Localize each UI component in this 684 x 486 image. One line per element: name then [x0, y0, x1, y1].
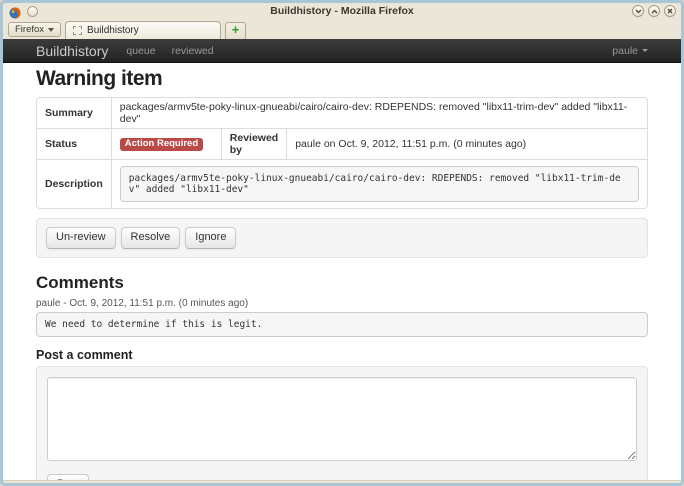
table-row-summary: Summary packages/armv5te-poky-linux-gnue…: [37, 98, 647, 128]
page-container: Warning item Summary packages/armv5te-po…: [36, 63, 648, 480]
comment-textarea[interactable]: [47, 377, 637, 461]
firefox-menu-button[interactable]: Firefox: [8, 22, 61, 37]
action-button-bar: Un-review Resolve Ignore: [36, 218, 648, 258]
window-bottom-edge: [3, 480, 681, 483]
reviewed-by-label: Reviewed by: [221, 128, 286, 159]
comment-item: paule - Oct. 9, 2012, 11:51 p.m. (0 minu…: [36, 298, 648, 337]
window-shade-button[interactable]: [632, 5, 644, 17]
comment-meta: paule - Oct. 9, 2012, 11:51 p.m. (0 minu…: [36, 298, 648, 309]
new-tab-button[interactable]: +: [225, 22, 246, 39]
comment-text-block: We need to determine if this is legit.: [36, 312, 648, 337]
description-cell: packages/armv5te-poky-linux-gnueabi/cair…: [111, 159, 647, 208]
table-row-description: Description packages/armv5te-poky-linux-…: [37, 159, 647, 208]
unreview-button[interactable]: Un-review: [46, 227, 116, 249]
window-controls: [632, 5, 676, 17]
resolve-button[interactable]: Resolve: [121, 227, 181, 249]
table-row-status: Status Action Required Reviewed by paule…: [37, 128, 647, 159]
favicon-placeholder-icon: [73, 26, 82, 35]
browser-tab-strip: Firefox Buildhistory +: [3, 20, 681, 39]
window-titlebar: Buildhistory - Mozilla Firefox: [3, 3, 681, 20]
description-code-block: packages/armv5te-poky-linux-gnueabi/cair…: [120, 166, 639, 202]
summary-value: packages/armv5te-poky-linux-gnueabi/cair…: [111, 98, 647, 128]
caret-down-icon: [642, 49, 648, 52]
titlebar-menu-button[interactable]: [27, 6, 38, 17]
tab-buildhistory[interactable]: Buildhistory: [65, 21, 221, 39]
post-comment-form: Post: [36, 366, 648, 480]
page-title: Warning item: [36, 67, 648, 91]
caret-down-icon: [48, 28, 54, 32]
comments-heading: Comments: [36, 273, 648, 293]
window-close-button[interactable]: [664, 5, 676, 17]
status-badge: Action Required: [120, 138, 203, 151]
ignore-button[interactable]: Ignore: [185, 227, 236, 249]
post-comment-heading: Post a comment: [36, 348, 648, 362]
status-label: Status: [37, 128, 111, 159]
description-label: Description: [37, 159, 111, 208]
summary-label: Summary: [37, 98, 111, 128]
warning-details-table: Summary packages/armv5te-poky-linux-gnue…: [36, 97, 648, 209]
status-cell: Action Required: [111, 128, 221, 159]
user-menu-label: paule: [612, 45, 638, 57]
browser-viewport: Buildhistory queue reviewed paule Warnin…: [3, 39, 681, 480]
firefox-logo-icon: [9, 6, 21, 18]
user-menu[interactable]: paule: [612, 45, 648, 57]
tab-title: Buildhistory: [87, 25, 139, 36]
reviewed-by-value: paule on Oct. 9, 2012, 11:51 p.m. (0 min…: [286, 128, 647, 159]
firefox-window: Buildhistory - Mozilla Firefox Firefox: [0, 0, 684, 486]
navbar-brand[interactable]: Buildhistory: [36, 43, 108, 59]
window-maximize-button[interactable]: [648, 5, 660, 17]
nav-link-reviewed[interactable]: reviewed: [172, 45, 214, 57]
site-navbar: Buildhistory queue reviewed paule: [3, 39, 681, 63]
window-title: Buildhistory - Mozilla Firefox: [3, 3, 681, 20]
firefox-menu-label: Firefox: [15, 24, 44, 35]
nav-link-queue[interactable]: queue: [126, 45, 155, 57]
